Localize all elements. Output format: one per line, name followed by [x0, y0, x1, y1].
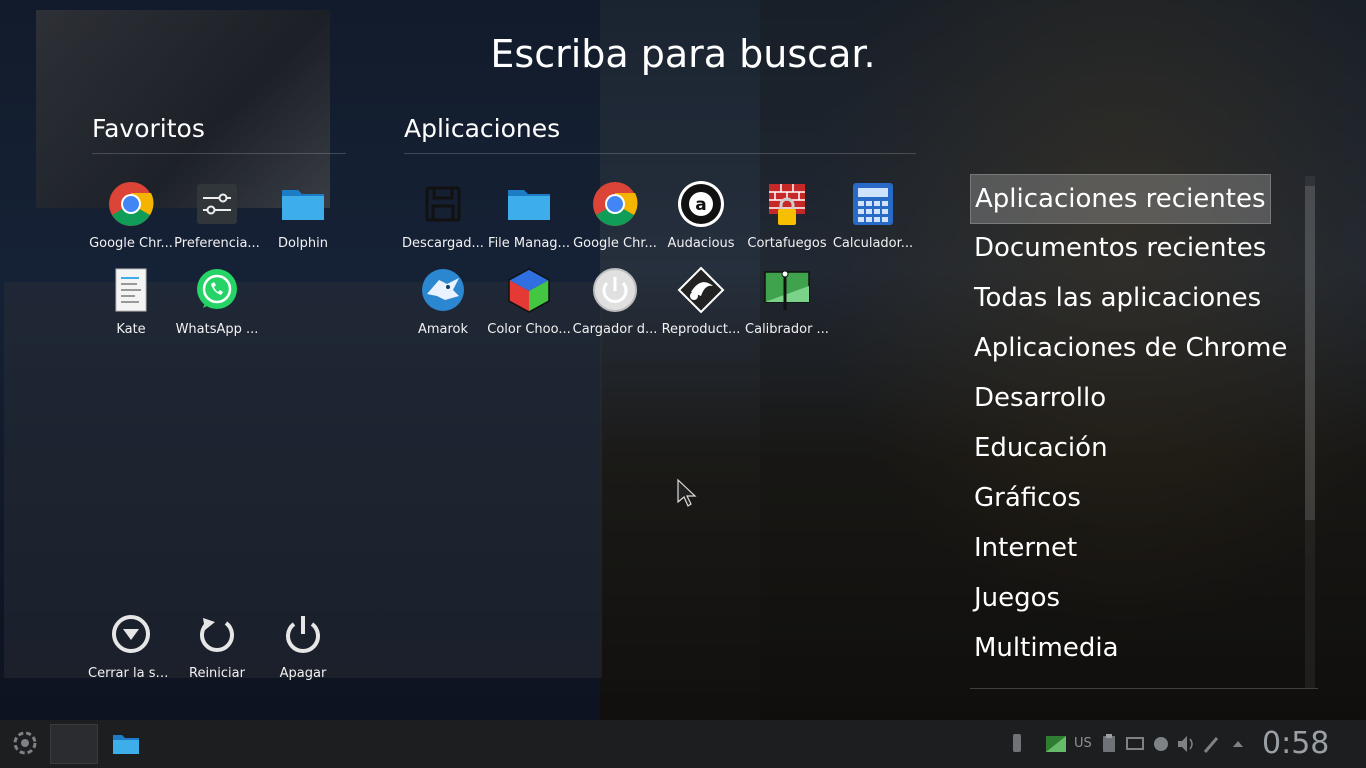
- display-icon[interactable]: [1126, 730, 1144, 758]
- svg-text:a: a: [695, 195, 706, 215]
- taskbar-folder-icon[interactable]: [112, 733, 140, 755]
- tray-expand-icon[interactable]: [1230, 730, 1246, 758]
- category-multimedia[interactable]: Multimedia: [970, 624, 1290, 674]
- whatsapp-icon: [197, 269, 237, 309]
- favorite-preferences[interactable]: Preferencia...: [174, 180, 260, 266]
- floppy-icon: [425, 186, 461, 222]
- logout-button[interactable]: Cerrar la se...: [88, 610, 174, 696]
- category-development[interactable]: Desarrollo: [970, 374, 1290, 424]
- category-recent-applications[interactable]: Aplicaciones recientes: [970, 174, 1271, 224]
- app-file-manager[interactable]: File Manag...: [486, 180, 572, 266]
- virtual-desktop-pager[interactable]: [50, 724, 98, 764]
- category-graphics[interactable]: Gráficos: [970, 474, 1290, 524]
- mouse-cursor-icon: [677, 478, 697, 507]
- updates-icon[interactable]: [1152, 730, 1170, 758]
- logout-icon: [112, 615, 150, 653]
- applications-title: Aplicaciones: [404, 114, 561, 143]
- category-internet[interactable]: Internet: [970, 524, 1290, 574]
- favorites-divider: [92, 153, 346, 154]
- tile-label: WhatsApp ...: [175, 322, 259, 337]
- tile-label: Calibrador ...: [745, 322, 829, 337]
- search-prompt[interactable]: Escriba para buscar.: [0, 32, 1366, 76]
- applications-divider: [404, 153, 916, 154]
- usb-device-icon[interactable]: [1008, 730, 1026, 758]
- restart-icon: [200, 618, 234, 652]
- favorite-kate[interactable]: Kate: [88, 266, 174, 352]
- power-icon: [286, 616, 320, 653]
- color-cube-icon: [508, 268, 550, 313]
- network-monitor-icon[interactable]: [1044, 730, 1068, 758]
- favorite-whatsapp[interactable]: WhatsApp ...: [174, 266, 260, 352]
- tile-label: Google Chr...: [573, 236, 657, 251]
- tile-label: Kate: [116, 322, 146, 337]
- text-editor-icon: [115, 268, 147, 312]
- category-education[interactable]: Educación: [970, 424, 1290, 474]
- scrollbar-thumb[interactable]: [1305, 186, 1315, 520]
- tile-label: Preferencia...: [174, 236, 260, 251]
- app-color-chooser[interactable]: Color Choo...: [486, 266, 572, 352]
- tile-label: Reproduct...: [661, 322, 741, 337]
- app-calculator[interactable]: Calculador...: [830, 180, 916, 266]
- tile-label: Audacious: [667, 236, 735, 251]
- category-scrollbar[interactable]: [1305, 176, 1315, 688]
- calculator-icon: [853, 183, 893, 225]
- tile-label: Calculador...: [832, 236, 914, 251]
- folder-icon: [282, 190, 324, 220]
- tile-label: File Manag...: [488, 236, 570, 251]
- restart-button[interactable]: Reiniciar: [174, 610, 260, 696]
- favorite-dolphin[interactable]: Dolphin: [260, 180, 346, 266]
- category-games[interactable]: Juegos: [970, 574, 1290, 624]
- settings-sliders-icon: [197, 184, 237, 224]
- tile-label: Dolphin: [278, 236, 328, 251]
- category-recent-documents[interactable]: Documentos recientes: [970, 224, 1290, 274]
- app-google-chrome[interactable]: Google Chr...: [572, 180, 658, 266]
- app-audacious[interactable]: a Audacious: [658, 180, 744, 266]
- tile-label: Google Chr...: [89, 236, 173, 251]
- app-power-loader[interactable]: Cargador d...: [572, 266, 658, 352]
- pen-icon[interactable]: [1202, 730, 1220, 758]
- clipboard-icon[interactable]: [1100, 730, 1118, 758]
- category-divider: [970, 688, 1318, 689]
- calibrator-icon: [764, 270, 810, 310]
- chrome-icon: [109, 182, 154, 226]
- tile-label: Cargador d...: [572, 322, 658, 337]
- category-list[interactable]: Aplicaciones recientes Documentos recien…: [970, 174, 1290, 688]
- folder-icon: [508, 190, 550, 220]
- favorite-google-chrome[interactable]: Google Chr...: [88, 180, 174, 266]
- category-all-applications[interactable]: Todas las aplicaciones: [970, 274, 1290, 324]
- amarok-wolf-icon: [422, 269, 464, 311]
- firewall-icon: [769, 184, 805, 225]
- keyboard-layout-indicator[interactable]: US: [1074, 736, 1092, 751]
- tile-label: Amarok: [417, 322, 469, 337]
- app-downloader[interactable]: Descargad...: [400, 180, 486, 266]
- tile-label: Reiniciar: [189, 666, 245, 681]
- tile-label: Descargad...: [402, 236, 484, 251]
- tile-label: Cortafuegos: [747, 236, 827, 251]
- kde-launcher-icon[interactable]: [10, 728, 40, 758]
- favorites-title: Favoritos: [92, 114, 205, 143]
- app-media-player[interactable]: Reproduct...: [658, 266, 744, 352]
- audacious-icon: a: [678, 181, 724, 227]
- category-chrome-apps[interactable]: Aplicaciones de Chrome: [970, 324, 1290, 374]
- volume-icon[interactable]: [1176, 730, 1196, 758]
- tile-label: Apagar: [279, 666, 327, 681]
- app-amarok[interactable]: Amarok: [400, 266, 486, 352]
- tile-label: Cerrar la se...: [88, 666, 174, 681]
- app-firewall[interactable]: Cortafuegos: [744, 180, 830, 266]
- chrome-icon: [593, 182, 638, 226]
- app-calibrator[interactable]: Calibrador ...: [744, 266, 830, 352]
- shutdown-button[interactable]: Apagar: [260, 610, 346, 696]
- media-player-icon: [677, 266, 725, 314]
- power-loader-icon: [593, 268, 637, 312]
- taskbar-clock[interactable]: 0:58: [1262, 726, 1329, 761]
- tile-label: Color Choo...: [487, 322, 571, 337]
